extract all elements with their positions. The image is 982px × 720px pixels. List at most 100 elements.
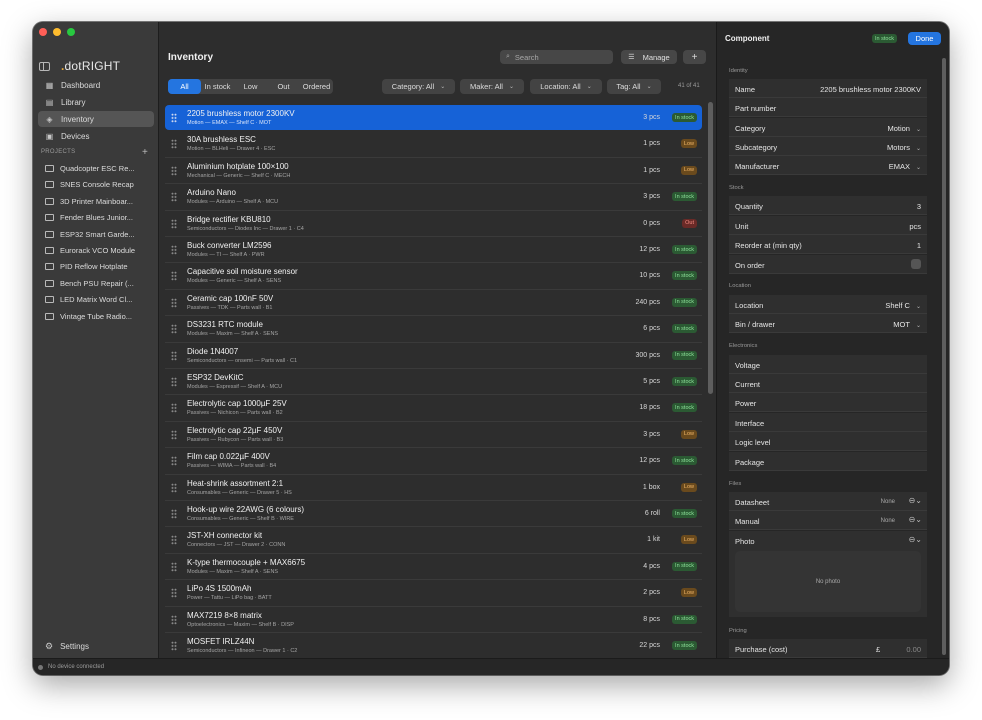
add-component-button[interactable]: + [683, 50, 706, 64]
package-field[interactable]: Package [729, 452, 927, 471]
subcategory-select[interactable]: Subcategory Motors ⌄ [729, 137, 927, 156]
drag-handle-icon[interactable] [171, 588, 177, 599]
settings-button[interactable]: ⚙ Settings [45, 641, 89, 652]
drag-handle-icon[interactable] [171, 456, 177, 467]
inventory-row[interactable]: LiPo 4S 1500mAh Power — Tattu — LiPo bag … [165, 580, 702, 607]
power-field[interactable]: Power [729, 393, 927, 412]
reorder-field[interactable]: Reorder at (min qty) 1 [729, 235, 927, 254]
inventory-row[interactable]: K-type thermocouple + MAX6675 Modules — M… [165, 554, 702, 581]
photo-dropzone[interactable]: No photo [735, 551, 921, 612]
inventory-row[interactable]: Electrolytic cap 1000µF 25V Passives — Ni… [165, 395, 702, 422]
drag-handle-icon[interactable] [171, 403, 177, 414]
interface-field[interactable]: Interface [729, 413, 927, 432]
drag-handle-icon[interactable] [171, 218, 177, 229]
project-item[interactable]: PID Reflow Hotplate [45, 258, 155, 274]
search-input[interactable]: ⌕ Search [500, 50, 613, 64]
inventory-row[interactable]: Diode 1N4007 Semiconductors — onsemi — Pa… [165, 343, 702, 369]
inspector-scrollbar[interactable] [942, 58, 946, 655]
inventory-row[interactable]: MOSFET IRLZ44N Semiconductors — Infineon … [165, 633, 702, 660]
filter-in-stock[interactable]: In stock [201, 79, 234, 94]
tag-dropdown[interactable]: Tag: All ⌄ [607, 79, 661, 94]
location-dropdown[interactable]: Location: All ⌄ [530, 79, 602, 94]
on-order-checkbox[interactable] [911, 259, 921, 269]
drag-handle-icon[interactable] [171, 192, 177, 203]
inventory-row[interactable]: Ceramic cap 100nF 50V Passives — TDK — Pa… [165, 290, 702, 317]
datasheet-row[interactable]: Datasheet None ⊖⌄ [729, 492, 927, 511]
inventory-row[interactable]: Arduino Nano Modules — Arduino — Shelf A … [165, 184, 702, 211]
attach-menu-icon[interactable]: ⊖⌄ [909, 515, 922, 524]
zoom-window-button[interactable] [67, 28, 75, 36]
drag-handle-icon[interactable] [171, 297, 177, 308]
done-button[interactable]: Done [908, 32, 941, 45]
drag-handle-icon[interactable] [171, 614, 177, 625]
purchase-cost-field[interactable]: Purchase (cost) £0.00 [729, 639, 927, 658]
add-project-button[interactable]: + [142, 147, 148, 158]
inventory-row[interactable]: Bridge rectifier KBU810 Semiconductors — … [165, 211, 702, 237]
drag-handle-icon[interactable] [171, 324, 177, 335]
project-item[interactable]: Fender Blues Junior... [45, 209, 155, 225]
drag-handle-icon[interactable] [171, 535, 177, 546]
nav-dashboard[interactable]: ▦ Dashboard [38, 77, 154, 93]
filter-all[interactable]: All [168, 79, 201, 94]
filter-ordered[interactable]: Ordered [300, 79, 333, 94]
drag-handle-icon[interactable] [171, 561, 177, 572]
drag-handle-icon[interactable] [171, 482, 177, 493]
project-item[interactable]: LED Matrix Word Cl... [45, 291, 155, 307]
inventory-row[interactable]: Heat-shrink assortment 2:1 Consumables — … [165, 475, 702, 501]
inventory-row[interactable]: Aluminium hotplate 100×100 Mechanical — G… [165, 158, 702, 185]
drag-handle-icon[interactable] [171, 509, 177, 519]
inventory-row[interactable]: Film cap 0.022µF 400V Passives — WIMA — P… [165, 448, 702, 475]
unit-field[interactable]: Unit pcs [729, 216, 927, 235]
drag-handle-icon[interactable] [171, 350, 177, 361]
inventory-row[interactable]: Hook-up wire 22AWG (6 colours) Consumable… [165, 501, 702, 528]
inventory-row[interactable]: Buck converter LM2596 Modules — TI — Shel… [165, 237, 702, 264]
manage-button[interactable]: ☰ Manage [621, 50, 677, 64]
voltage-field[interactable]: Voltage [729, 355, 927, 374]
nav-library[interactable]: ▤ Library [38, 94, 154, 110]
project-item[interactable]: 3D Printer Mainboar... [45, 193, 155, 209]
nav-devices[interactable]: ▣ Devices [38, 128, 154, 144]
project-item[interactable]: Eurorack VCO Module [45, 242, 155, 258]
maker-dropdown[interactable]: Maker: All ⌄ [460, 79, 524, 94]
category-dropdown[interactable]: Category: All ⌄ [382, 79, 455, 94]
inventory-row[interactable]: Electrolytic cap 22µF 450V Passives — Rub… [165, 422, 702, 449]
inventory-row[interactable]: MAX7219 8×8 matrix Optoelectronics — Maxi… [165, 607, 702, 633]
inventory-row[interactable]: Capacitive soil moisture sensor Modules —… [165, 263, 702, 290]
close-window-button[interactable] [39, 28, 47, 36]
attach-menu-icon[interactable]: ⊖⌄ [909, 535, 922, 544]
drag-handle-icon[interactable] [171, 271, 177, 282]
logic-level-field[interactable]: Logic level [729, 432, 927, 451]
filter-low[interactable]: Low [234, 79, 267, 94]
part-number-field[interactable]: Part number [729, 98, 927, 117]
drag-handle-icon[interactable] [171, 429, 177, 440]
inventory-row[interactable]: DS3231 RTC module Modules — Maxim — Shelf… [165, 316, 702, 343]
minimize-window-button[interactable] [53, 28, 61, 36]
list-scrollbar[interactable] [708, 102, 713, 394]
inventory-row[interactable]: JST-XH connector kit Connectors — JST — D… [165, 527, 702, 554]
current-field[interactable]: Current [729, 374, 927, 393]
drag-handle-icon[interactable] [171, 139, 177, 150]
manufacturer-select[interactable]: Manufacturer EMAX ⌄ [729, 156, 927, 175]
sidebar-toggle-icon[interactable] [39, 61, 50, 71]
project-item[interactable]: SNES Console Recap [45, 176, 155, 192]
drag-handle-icon[interactable] [171, 165, 177, 176]
manual-row[interactable]: Manual None ⊖⌄ [729, 511, 927, 530]
location-select[interactable]: Location Shelf C ⌄ [729, 295, 927, 314]
nav-inventory[interactable]: ◈ Inventory [38, 111, 154, 127]
attach-menu-icon[interactable]: ⊖⌄ [909, 496, 922, 505]
project-item[interactable]: Quadcopter ESC Re... [45, 160, 155, 176]
inventory-row[interactable]: 2205 brushless motor 2300KV Motion — EMAX… [165, 105, 702, 130]
project-item[interactable]: Bench PSU Repair (... [45, 275, 155, 291]
filter-out[interactable]: Out [267, 79, 300, 94]
quantity-field[interactable]: Quantity 3 [729, 196, 927, 215]
drag-handle-icon[interactable] [171, 245, 177, 255]
project-item[interactable]: Vintage Tube Radio... [45, 308, 155, 324]
drag-handle-icon[interactable] [171, 641, 177, 651]
bin-select[interactable]: Bin / drawer MOT ⌄ [729, 314, 927, 333]
drag-handle-icon[interactable] [171, 377, 177, 387]
project-item[interactable]: ESP32 Smart Garde... [45, 226, 155, 242]
drag-handle-icon[interactable] [171, 113, 177, 123]
inventory-row[interactable]: 30A brushless ESC Motion — BLHeli — Drawe… [165, 131, 702, 158]
category-select[interactable]: Category Motion ⌄ [729, 118, 927, 137]
name-field[interactable]: Name 2205 brushless motor 2300KV [729, 79, 927, 98]
